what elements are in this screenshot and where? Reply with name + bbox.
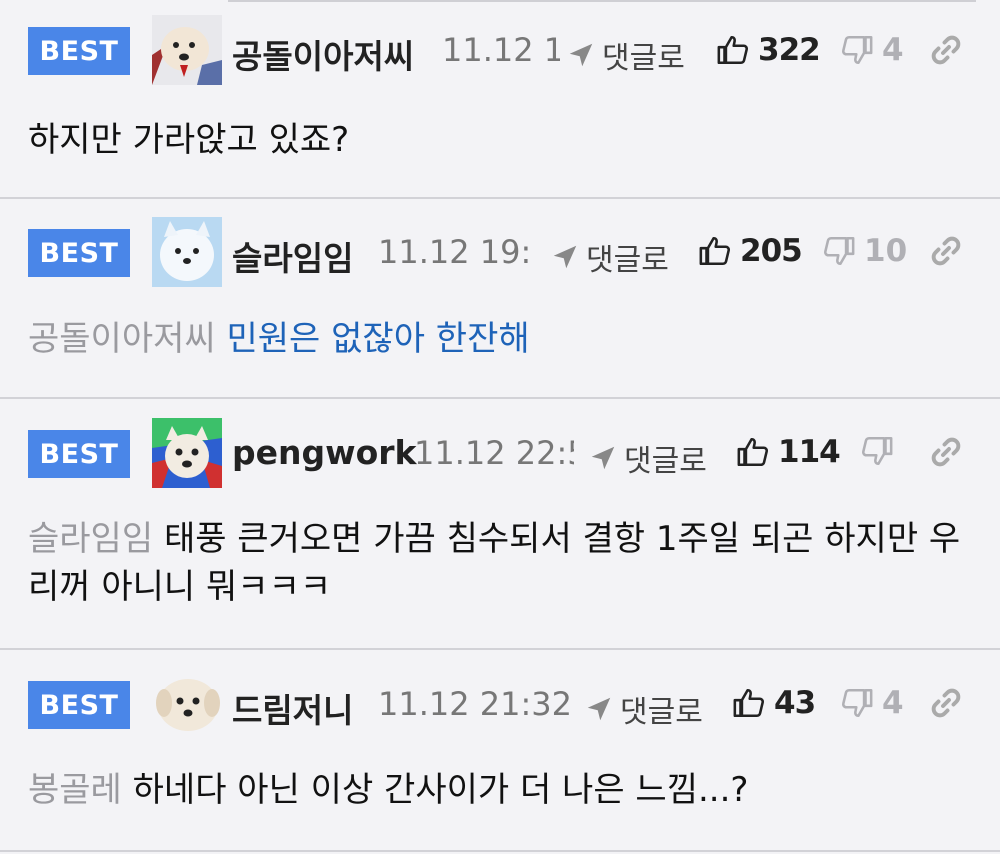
thumbs-up-icon	[716, 33, 750, 67]
avatar-puppy-image	[156, 679, 220, 731]
comment-body: 공돌이아저씨 민원은 없잖아 한잔해	[28, 315, 970, 363]
like-count: 43	[774, 685, 816, 721]
dislike-button[interactable]: 10	[822, 233, 907, 269]
comment-item: BEST pengwork 11.12 22:5 댓글로 114 슬라임임 태풍…	[0, 399, 1000, 650]
mention-nickname[interactable]: 슬라임임	[28, 519, 153, 559]
reply-arrow-icon	[588, 443, 618, 473]
comment-header: BEST 슬라임임 11.12 19: 댓글로 205 10	[0, 215, 1000, 287]
like-button[interactable]: 43	[732, 685, 816, 721]
mention-nickname[interactable]: 공돌이아저씨	[28, 319, 216, 359]
comment-text: 태풍 큰거오면 가끔 침수되서 결항 1주일 되곤 하지만 우리꺼 아니니 뭐ㅋ…	[28, 519, 961, 607]
comment-date: 11.12 21:32	[378, 685, 572, 723]
reply-arrow-icon	[584, 694, 614, 724]
like-button[interactable]: 322	[716, 32, 821, 68]
comment-date: 11.12 19:	[378, 233, 532, 271]
thumbs-down-icon	[840, 686, 874, 720]
comment-text: 하지만 가라앉고 있죠?	[28, 120, 350, 160]
avatar-puppy-image	[152, 418, 222, 488]
like-count: 114	[778, 434, 841, 470]
thumbs-down-icon	[840, 33, 874, 67]
dislike-button[interactable]	[860, 434, 902, 468]
comment-text: 하네다 아닌 이상 간사이가 더 나은 느낌...?	[132, 770, 749, 810]
dislike-button[interactable]: 4	[840, 685, 904, 721]
reply-button[interactable]: 댓글로	[550, 235, 669, 279]
dislike-count: 10	[864, 233, 908, 269]
best-badge: BEST	[28, 229, 130, 277]
best-badge: BEST	[28, 681, 130, 729]
avatar-puppy-image	[152, 15, 222, 85]
avatar-puppy-image	[152, 217, 222, 287]
like-count: 322	[758, 32, 821, 68]
best-badge: BEST	[28, 430, 130, 478]
comment-item: BEST 공돌이아저씨 11.12 1 댓글로 322 4 하지만 가라앉고 있…	[0, 2, 1000, 199]
link-icon[interactable]	[928, 233, 964, 269]
thumbs-up-icon	[736, 435, 770, 469]
reply-arrow-icon	[550, 242, 580, 272]
thumbs-down-icon	[860, 434, 894, 468]
comment-body: 하지만 가라앉고 있죠?	[28, 116, 970, 164]
reply-arrow-icon	[566, 40, 596, 70]
mention-nickname[interactable]: 봉골레	[28, 770, 122, 810]
avatar[interactable]	[152, 15, 222, 85]
reply-label: 댓글로	[602, 41, 685, 76]
avatar[interactable]	[152, 418, 222, 488]
link-icon[interactable]	[928, 685, 964, 721]
best-badge: BEST	[28, 27, 130, 75]
thumbs-up-icon	[698, 234, 732, 268]
comment-item: BEST 슬라임임 11.12 19: 댓글로 205 10 공돌이아저씨 민원…	[0, 199, 1000, 399]
reply-label: 댓글로	[620, 695, 703, 730]
nickname[interactable]: 슬라임임	[232, 232, 353, 280]
nickname[interactable]: 공돌이아저씨	[232, 30, 414, 78]
reply-label: 댓글로	[624, 444, 707, 479]
avatar[interactable]	[152, 669, 222, 739]
comment-body: 봉골레 하네다 아닌 이상 간사이가 더 나은 느낌...?	[28, 766, 970, 814]
comment-item: BEST 드림저니 11.12 21:32 댓글로 43 4 봉골레 하네다 아…	[0, 650, 1000, 852]
comment-header: BEST pengwork 11.12 22:5 댓글로 114	[0, 416, 1000, 488]
comment-body: 슬라임임 태풍 큰거오면 가끔 침수되서 결항 1주일 되곤 하지만 우리꺼 아…	[28, 515, 970, 611]
nickname[interactable]: pengwork	[232, 433, 417, 472]
dislike-count: 4	[882, 685, 904, 721]
link-icon[interactable]	[928, 32, 964, 68]
dislike-button[interactable]: 4	[840, 32, 904, 68]
link-icon[interactable]	[928, 434, 964, 470]
comment-date: 11.12 1	[442, 31, 560, 69]
comment-header: BEST 드림저니 11.12 21:32 댓글로 43 4	[0, 667, 1000, 739]
thumbs-up-icon	[732, 686, 766, 720]
reply-button[interactable]: 댓글로	[584, 687, 703, 731]
reply-button[interactable]: 댓글로	[588, 436, 707, 480]
comment-header: BEST 공돌이아저씨 11.12 1 댓글로 322 4	[0, 14, 1000, 86]
nickname[interactable]: 드림저니	[232, 684, 353, 732]
dislike-count: 4	[882, 32, 904, 68]
comment-text: 민원은 없잖아 한잔해	[226, 319, 530, 359]
thumbs-down-icon	[822, 234, 856, 268]
like-button[interactable]: 114	[736, 434, 841, 470]
reply-button[interactable]: 댓글로	[566, 33, 685, 77]
avatar[interactable]	[152, 217, 222, 287]
comment-date: 11.12 22:5	[414, 434, 574, 472]
reply-label: 댓글로	[586, 243, 669, 278]
like-count: 205	[740, 233, 803, 269]
like-button[interactable]: 205	[698, 233, 803, 269]
